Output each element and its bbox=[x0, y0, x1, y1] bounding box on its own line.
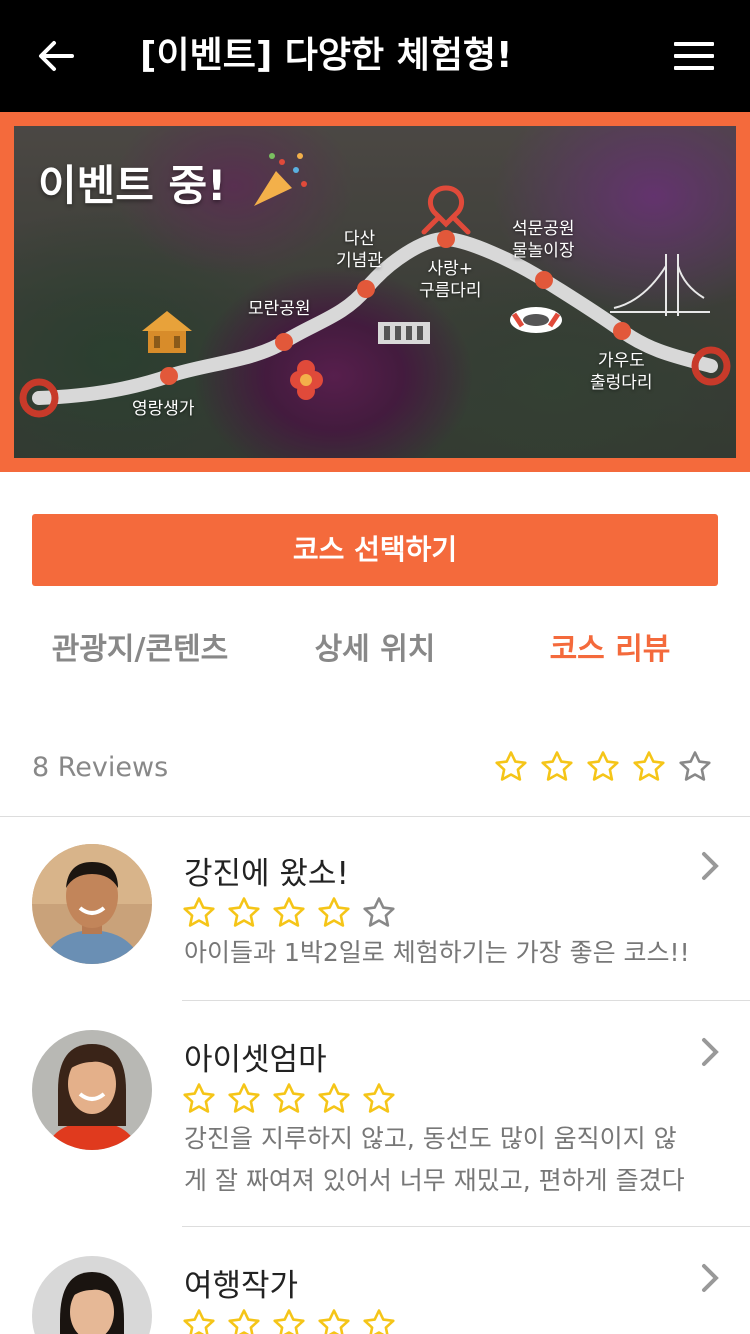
divider bbox=[0, 816, 750, 817]
spot-label: 석문공원 물놀이장 bbox=[512, 219, 575, 261]
page-title: [이벤트] 다양한 체험형! bbox=[140, 35, 513, 76]
lifebuoy-icon bbox=[510, 307, 562, 333]
ribbon-icon bbox=[421, 185, 471, 235]
review-rating bbox=[182, 1082, 396, 1116]
building-icon bbox=[378, 322, 430, 344]
avatar bbox=[32, 1030, 152, 1150]
star-filled-icon bbox=[363, 1309, 395, 1334]
spot-label: 영랑생가 bbox=[132, 399, 195, 419]
tab-attractions[interactable]: 관광지/콘텐츠 bbox=[40, 620, 240, 680]
stop-dot bbox=[535, 271, 553, 289]
review-item[interactable]: 여행작가 bbox=[0, 1256, 750, 1334]
event-label: 이벤트 중! bbox=[38, 161, 227, 210]
spot-label: 다산 기념관 bbox=[336, 229, 383, 271]
select-course-button[interactable]: 코스 선택하기 bbox=[32, 514, 718, 586]
stop-dot bbox=[275, 333, 293, 351]
stop-dot bbox=[160, 367, 178, 385]
spot-label: 가우도 출렁다리 bbox=[590, 351, 653, 393]
tab-bar: 관광지/콘텐츠 상세 위치 코스 리뷰 bbox=[0, 620, 750, 680]
star-filled-icon bbox=[587, 751, 619, 781]
divider bbox=[182, 1226, 750, 1227]
star-filled-icon bbox=[633, 751, 665, 781]
bridge-icon bbox=[610, 254, 710, 316]
review-count: 8 Reviews bbox=[32, 752, 169, 783]
review-text: 강진을 지루하지 않고, 동선도 많이 움직이지 않 게 잘 짜여져 있어서 너… bbox=[184, 1124, 685, 1195]
menu-button[interactable] bbox=[668, 34, 720, 78]
star-filled-icon bbox=[363, 1083, 395, 1113]
flower-icon bbox=[290, 360, 323, 400]
review-text: 아이들과 1박2일로 체험하기는 가장 좋은 코스!! bbox=[184, 938, 690, 967]
review-rating bbox=[182, 1308, 396, 1334]
star-filled-icon bbox=[183, 897, 215, 927]
star-filled-icon bbox=[318, 1309, 350, 1334]
star-filled-icon bbox=[228, 897, 260, 927]
star-filled-icon bbox=[318, 1083, 350, 1113]
star-filled-icon bbox=[273, 1083, 305, 1113]
app-header: [이벤트] 다양한 체험형! bbox=[0, 0, 750, 112]
tab-course-review[interactable]: 코스 리뷰 bbox=[520, 620, 700, 680]
event-banner[interactable]: 이벤트 중! 영랑생가 모란공원 다산 기념관 사랑+ 구름다리 석문공원 물놀이장 … bbox=[0, 112, 750, 472]
spot-label: 모란공원 bbox=[248, 299, 311, 319]
arrow-left-icon bbox=[39, 41, 74, 71]
review-author: 여행작가 bbox=[184, 1268, 299, 1304]
house-icon bbox=[142, 311, 192, 353]
avatar bbox=[32, 844, 152, 964]
hamburger-menu-icon bbox=[674, 42, 714, 46]
review-summary: 8 Reviews bbox=[0, 740, 750, 796]
star-filled-icon bbox=[318, 897, 350, 927]
back-button[interactable] bbox=[30, 30, 82, 82]
star-filled-icon bbox=[273, 897, 305, 927]
review-item[interactable]: 아이셋엄마 강진을 지루하지 않고, 동선도 많이 움직이지 않 게 잘 짜여져… bbox=[0, 1030, 750, 1226]
star-filled-icon bbox=[183, 1309, 215, 1334]
star-filled-icon bbox=[228, 1309, 260, 1334]
avatar bbox=[32, 1256, 152, 1334]
star-empty-icon bbox=[679, 751, 711, 781]
star-filled-icon bbox=[273, 1309, 305, 1334]
star-empty-icon bbox=[363, 897, 395, 927]
chevron-right-icon bbox=[702, 852, 719, 880]
review-author: 아이셋엄마 bbox=[184, 1042, 327, 1078]
star-filled-icon bbox=[183, 1083, 215, 1113]
chevron-right-icon bbox=[702, 1264, 719, 1292]
stop-dot bbox=[613, 322, 631, 340]
review-item[interactable]: 강진에 왔소! 아이들과 1박2일로 체험하기는 가장 좋은 코스!! bbox=[0, 844, 750, 1002]
stop-dot bbox=[357, 280, 375, 298]
summary-rating bbox=[494, 750, 712, 784]
tab-location[interactable]: 상세 위치 bbox=[290, 620, 460, 680]
course-map-image: 이벤트 중! 영랑생가 모란공원 다산 기념관 사랑+ 구름다리 석문공원 물놀이장 … bbox=[14, 126, 736, 458]
star-filled-icon bbox=[495, 751, 527, 781]
review-author: 강진에 왔소! bbox=[184, 856, 349, 892]
spot-label: 사랑+ 구름다리 bbox=[419, 259, 482, 301]
stop-dot bbox=[437, 230, 455, 248]
chevron-right-icon bbox=[702, 1038, 719, 1066]
star-filled-icon bbox=[228, 1083, 260, 1113]
star-filled-icon bbox=[541, 751, 573, 781]
divider bbox=[182, 1000, 750, 1001]
party-popper-icon bbox=[254, 153, 307, 206]
review-rating bbox=[182, 896, 396, 930]
